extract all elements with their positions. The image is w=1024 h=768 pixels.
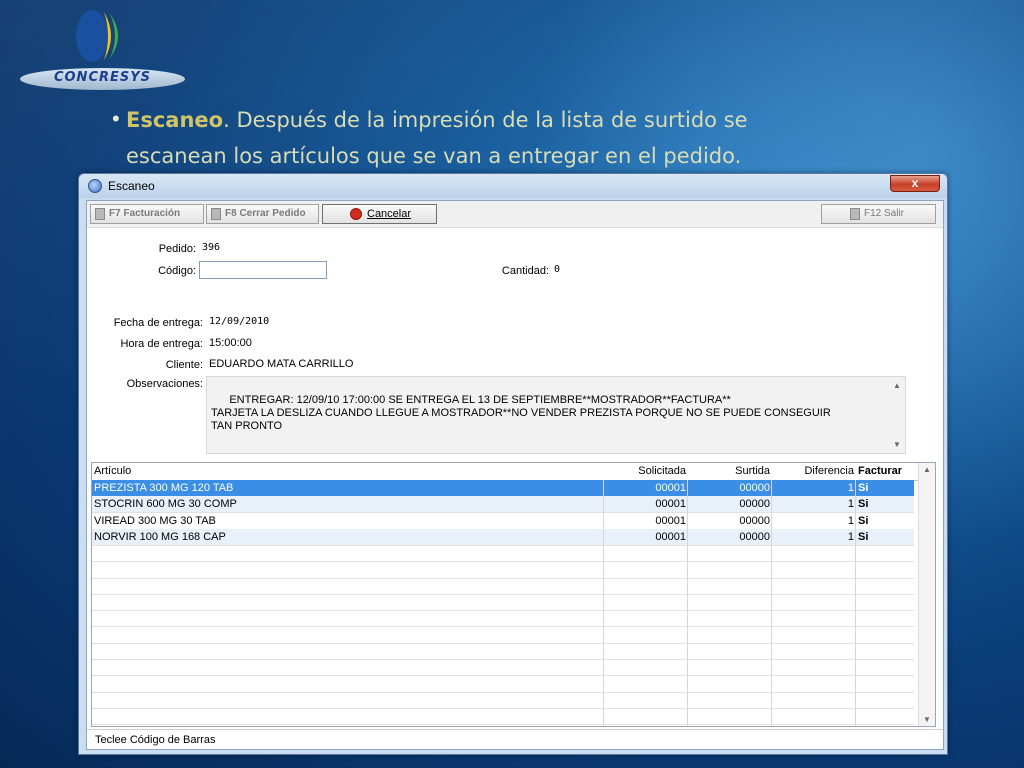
pedido-label: Pedido: [158, 243, 196, 255]
facturacion-button[interactable]: F7 Facturación [90, 204, 204, 224]
empty-table-row [92, 562, 914, 579]
cantidad-field: 0 [551, 261, 679, 279]
bullet-dot: • [112, 106, 120, 131]
cell-facturar: Si [858, 530, 869, 543]
logo-text: CONCRESYS [53, 70, 152, 85]
cell-facturar: Si [858, 498, 869, 511]
table-row[interactable]: NORVIR 100 MG 168 CAP 00001 00000 1 Si [92, 528, 914, 546]
cerrar-pedido-label: F8 Cerrar Pedido [225, 208, 306, 219]
cell-solicitada: 00001 [655, 514, 686, 527]
scroll-down-icon[interactable]: ▼ [893, 438, 901, 451]
cell-solicitada: 00001 [655, 498, 686, 511]
cancelar-label: Cancelar [367, 208, 412, 220]
cell-articulo: VIREAD 300 MG 30 TAB [94, 514, 216, 527]
cell-solicitada: 00001 [655, 530, 686, 543]
cancelar-button[interactable]: Cancelar [322, 204, 437, 224]
codigo-input[interactable] [199, 261, 327, 279]
concresys-logo: CONCRESYS [20, 6, 188, 90]
cell-articulo: STOCRIN 600 MG 30 COMP [94, 498, 237, 511]
status-bar: Teclee Código de Barras [87, 729, 943, 749]
column-divider [687, 480, 688, 726]
salir-button[interactable]: F12 Salir [821, 204, 936, 224]
window-titlebar[interactable]: Escaneo x [79, 174, 947, 198]
scroll-up-icon[interactable]: ▲ [893, 379, 901, 392]
facturacion-label: F7 Facturación [109, 208, 181, 219]
scroll-up-icon[interactable]: ▲ [923, 465, 931, 474]
empty-table-row [92, 643, 914, 660]
cell-diferencia: 1 [847, 514, 854, 527]
cell-diferencia: 1 [847, 482, 854, 494]
column-divider [603, 480, 604, 726]
toolbar: F7 Facturación F8 Cerrar Pedido Cancelar… [87, 201, 943, 228]
column-divider [855, 480, 856, 726]
window-title: Escaneo [108, 179, 155, 193]
cliente-field: EDUARDO MATA CARRILLO [206, 355, 900, 373]
cell-diferencia: 1 [847, 498, 854, 511]
hora-entrega-label: Hora de entrega: [120, 338, 203, 350]
header-facturar[interactable]: Facturar [856, 463, 914, 479]
cliente-label: Cliente: [165, 359, 203, 371]
cerrar-pedido-icon [211, 208, 221, 220]
app-icon [88, 179, 102, 193]
cell-facturar: Si [858, 482, 869, 494]
observaciones-textarea[interactable]: ENTREGAR: 12/09/10 17:00:00 SE ENTREGA E… [206, 376, 906, 454]
empty-table-row [92, 545, 914, 563]
fecha-entrega-field: 12/09/2010 [206, 313, 292, 331]
cell-surtida: 00000 [739, 530, 770, 543]
table-row[interactable]: STOCRIN 600 MG 30 COMP 00001 00000 1 Si [92, 496, 914, 514]
cantidad-label: Cantidad: [501, 265, 549, 277]
bullet-keyword: Escaneo [126, 108, 224, 132]
logo-swoosh-icon [76, 10, 118, 62]
empty-table-row [92, 676, 914, 693]
hora-entrega-field: 15:00:00 [206, 334, 292, 352]
column-divider [771, 480, 772, 726]
close-button[interactable]: x [890, 175, 940, 192]
observaciones-scrollbar[interactable]: ▲ ▼ [891, 377, 905, 453]
observaciones-text: ENTREGAR: 12/09/10 17:00:00 SE ENTREGA E… [211, 394, 831, 432]
empty-table-row [92, 610, 914, 628]
cell-articulo: NORVIR 100 MG 168 CAP [94, 530, 226, 543]
window-client-area: F7 Facturación F8 Cerrar Pedido Cancelar… [86, 200, 944, 750]
empty-table-row [92, 578, 914, 595]
empty-table-row [92, 594, 914, 612]
articulos-grid: Artículo Solicitada Surtida Diferencia F… [91, 462, 936, 727]
salir-label: F12 Salir [864, 208, 905, 219]
escaneo-window: Escaneo x F7 Facturación F8 Cerrar Pedid… [78, 173, 948, 755]
grid-header: Artículo Solicitada Surtida Diferencia F… [92, 463, 920, 481]
header-surtida[interactable]: Surtida [688, 463, 772, 479]
cell-facturar: Si [858, 514, 869, 527]
facturacion-icon [95, 208, 105, 220]
empty-table-row [92, 627, 914, 644]
pedido-field: 396 [199, 239, 327, 257]
scroll-down-icon[interactable]: ▼ [923, 715, 931, 724]
header-solicitada[interactable]: Solicitada [604, 463, 688, 479]
cell-surtida: 00000 [739, 498, 770, 511]
no-entry-icon [350, 208, 362, 220]
cerrar-pedido-button[interactable]: F8 Cerrar Pedido [206, 204, 319, 224]
codigo-label: Código: [158, 265, 196, 277]
empty-table-row [92, 708, 914, 726]
cell-articulo: PREZISTA 300 MG 120 TAB [94, 482, 234, 494]
slide-bullet-text: Escaneo. Después de la impresión de la l… [126, 102, 826, 174]
table-row[interactable]: PREZISTA 300 MG 120 TAB 00001 00000 1 Si [92, 480, 914, 497]
fecha-entrega-label: Fecha de entrega: [113, 317, 203, 329]
header-articulo[interactable]: Artículo [92, 463, 604, 479]
cell-diferencia: 1 [847, 530, 854, 543]
cell-solicitada: 00001 [655, 482, 686, 494]
cell-surtida: 00000 [739, 482, 770, 494]
exit-door-icon [850, 208, 860, 220]
empty-table-row [92, 692, 914, 709]
empty-table-row [92, 659, 914, 677]
cell-surtida: 00000 [739, 514, 770, 527]
table-row[interactable]: VIREAD 300 MG 30 TAB 00001 00000 1 Si [92, 513, 914, 530]
observaciones-label: Observaciones: [126, 378, 203, 390]
header-diferencia[interactable]: Diferencia [772, 463, 856, 479]
grid-scrollbar[interactable]: ▲ ▼ [918, 463, 935, 726]
